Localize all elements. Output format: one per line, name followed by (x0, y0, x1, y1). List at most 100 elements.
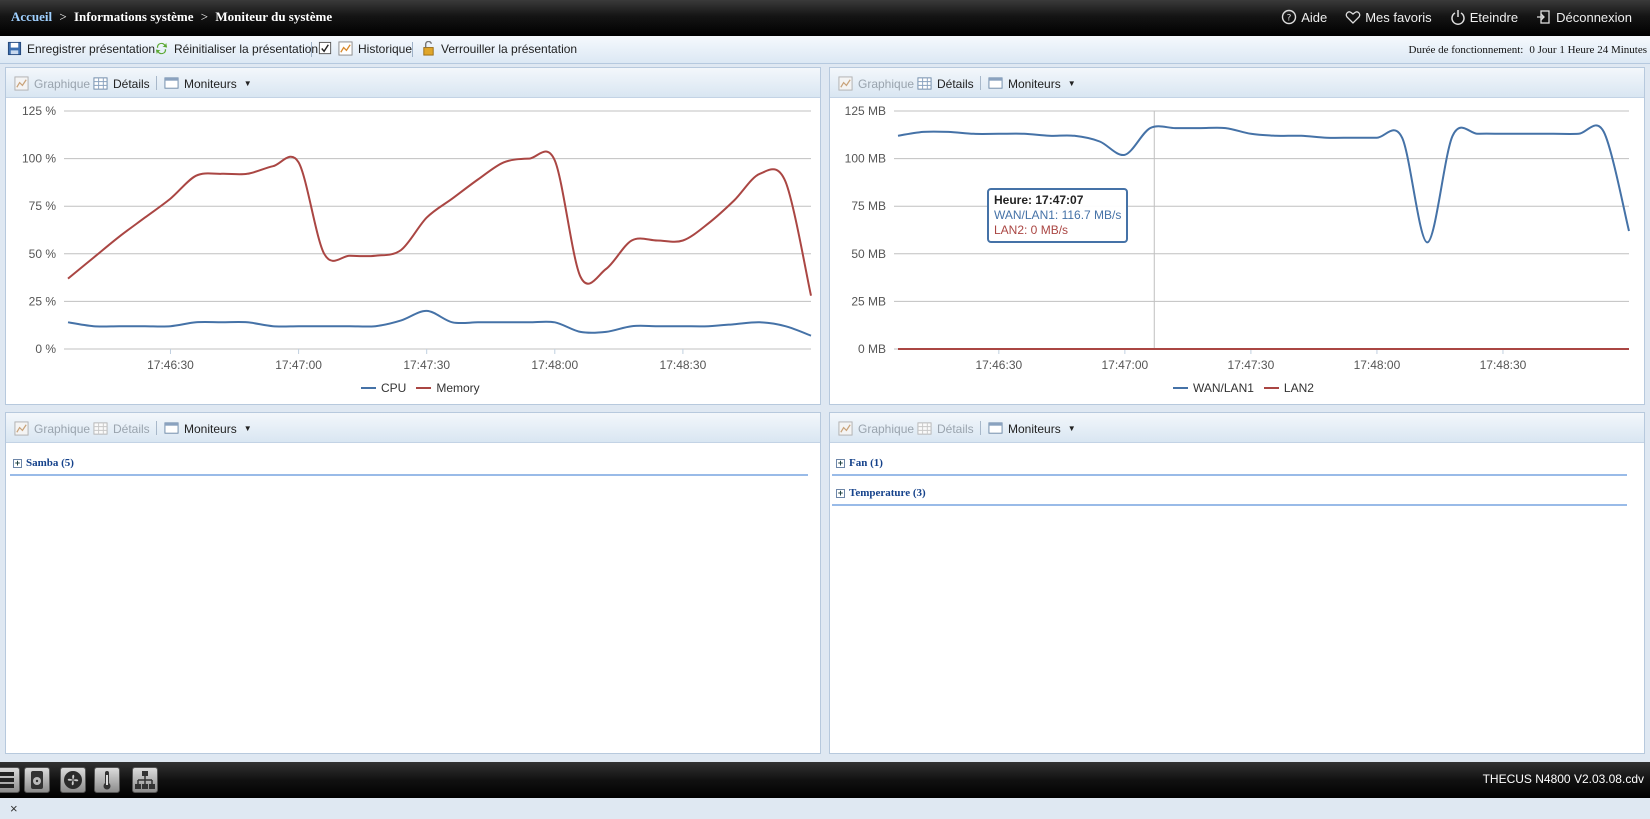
close-icon[interactable]: × (10, 801, 18, 816)
svg-text:?: ? (1287, 14, 1292, 24)
legend-item[interactable]: Memory (416, 381, 480, 395)
dock-network-button[interactable] (132, 767, 158, 793)
breadcrumb: Accueil > Informations système > Moniteu… (11, 9, 332, 25)
tooltip-wan-value: WAN/LAN1: 116.7 MB/s (994, 208, 1122, 222)
y-tick-label: 75 MB (851, 199, 886, 213)
dock-temperature-button[interactable] (94, 767, 120, 793)
refresh-icon (155, 42, 168, 55)
network-panel: Graphique Détails Moniteurs ▼ 125 MB 100 M… (829, 67, 1645, 405)
legend-label: WAN/LAN1 (1193, 381, 1254, 395)
chevron-down-icon: ▼ (1067, 79, 1076, 88)
heart-icon (1345, 11, 1361, 24)
graph-view-label: Graphique (858, 421, 915, 436)
lock-layout-button[interactable]: Verrouiller la présentation (421, 41, 577, 56)
monitors-dropdown[interactable]: Moniteurs ▼ (164, 76, 252, 91)
checkbox-checked-icon[interactable] (318, 41, 333, 56)
table-icon (917, 77, 932, 90)
legend-item[interactable]: WAN/LAN1 (1173, 381, 1254, 395)
favorites-label: Mes favoris (1365, 9, 1432, 25)
monitors-dropdown[interactable]: Moniteurs ▼ (164, 421, 252, 436)
x-tick-label: 17:46:30 (147, 358, 194, 372)
firmware-version: THECUS N4800 V2.03.08.cdv (1482, 772, 1644, 786)
legend-item[interactable]: CPU (361, 381, 406, 395)
expand-icon[interactable]: + (836, 458, 845, 468)
monitors-dropdown[interactable]: Moniteurs ▼ (988, 76, 1076, 91)
top-navigation: ? Aide Mes favoris Eteindre Déconnexion (1281, 9, 1632, 25)
monitors-dropdown[interactable]: Moniteurs ▼ (988, 421, 1076, 436)
group-divider (832, 474, 1627, 476)
graph-view-button[interactable]: Graphique (838, 421, 914, 436)
history-toggle[interactable]: Historique (318, 41, 412, 56)
graph-view-button[interactable]: Graphique (14, 76, 90, 91)
legend-item[interactable]: LAN2 (1263, 381, 1314, 395)
fan-group-header[interactable]: + Fan (1) (836, 457, 883, 469)
expand-icon[interactable]: + (836, 488, 845, 498)
series-line-cpu[interactable] (67, 309, 812, 337)
breadcrumb-separator: > (59, 9, 67, 24)
details-view-label: Détails (113, 76, 150, 91)
y-tick-label: 25 % (29, 294, 57, 308)
details-view-button[interactable]: Détails (93, 421, 150, 436)
cpu-memory-panel: Graphique Détails Moniteurs ▼ 125 % 100 % 7… (5, 67, 821, 405)
help-link[interactable]: ? Aide (1281, 9, 1327, 25)
bottom-dock: THECUS N4800 V2.03.08.cdv (0, 762, 1650, 798)
shutdown-label: Eteindre (1469, 9, 1519, 25)
fan-icon (64, 771, 82, 789)
help-icon: ? (1281, 9, 1297, 25)
x-tick-label: 17:47:30 (403, 358, 450, 372)
breadcrumb-system-info[interactable]: Informations système (74, 9, 194, 24)
save-icon (7, 41, 22, 56)
panel-toolbar-separator (980, 421, 981, 435)
details-view-button[interactable]: Détails (917, 76, 974, 91)
x-tick-label: 17:47:00 (275, 358, 322, 372)
y-tick-label: 100 MB (845, 152, 886, 166)
cpu-memory-legend: CPU Memory (361, 381, 480, 395)
y-tick-label: 50 MB (851, 247, 886, 261)
layout-toolbar: Enregistrer présentation Réinitialiser l… (0, 36, 1650, 64)
x-tick-label: 17:46:30 (975, 358, 1022, 372)
breadcrumb-home-link[interactable]: Accueil (11, 9, 52, 24)
y-tick-label: 125 MB (845, 104, 886, 118)
chart-tooltip: Heure: 17:47:07 WAN/LAN1: 116.7 MB/s LAN… (987, 188, 1129, 243)
graph-view-button[interactable]: Graphique (14, 421, 90, 436)
uptime-value: 0 Jour 1 Heure 24 Minutes (1529, 44, 1647, 56)
dock-fan-button[interactable] (60, 767, 86, 793)
table-icon (917, 422, 932, 435)
dock-disk-button[interactable] (24, 767, 50, 793)
favorites-link[interactable]: Mes favoris (1345, 9, 1432, 25)
details-view-label: Détails (937, 76, 974, 91)
graph-view-button[interactable]: Graphique (838, 76, 914, 91)
disk-icon (31, 771, 43, 789)
cpu-memory-chart: 125 % 100 % 75 % 50 % 25 % 0 % 17:46:30 17:47:0… (22, 104, 812, 372)
breadcrumb-separator: > (200, 9, 209, 24)
uptime-display: Durée de fonctionnement: 0 Jour 1 Heure 2… (1409, 44, 1647, 56)
chevron-down-icon: ▼ (1067, 424, 1076, 433)
panel-toolbar: Graphique Détails Moniteurs ▼ (6, 413, 820, 443)
reset-layout-label: Réinitialiser la présentation (174, 41, 319, 56)
x-tick-label: 17:48:30 (660, 358, 707, 372)
y-tick-label: 0 MB (858, 342, 886, 356)
legend-swatch (1263, 387, 1279, 389)
breadcrumb-current-page: Moniteur du système (215, 9, 333, 24)
expand-icon[interactable]: + (13, 458, 22, 468)
table-icon (93, 422, 108, 435)
shutdown-link[interactable]: Eteindre (1450, 9, 1518, 25)
save-layout-label: Enregistrer présentation (27, 41, 156, 56)
x-tick-label: 17:47:30 (1228, 358, 1275, 372)
dock-server-button[interactable] (0, 767, 20, 793)
series-line-memory[interactable] (67, 150, 812, 296)
temperature-group-header[interactable]: + Temperature (3) (836, 487, 926, 499)
details-view-button[interactable]: Détails (93, 76, 150, 91)
save-layout-button[interactable]: Enregistrer présentation (7, 41, 155, 56)
graph-icon (838, 76, 853, 91)
monitors-label: Moniteurs (184, 76, 237, 91)
samba-group-header[interactable]: + Samba (5) (13, 457, 74, 469)
y-tick-label: 0 % (35, 342, 56, 356)
details-view-button[interactable]: Détails (917, 421, 974, 436)
logout-link[interactable]: Déconnexion (1536, 9, 1632, 25)
network-legend: WAN/LAN1 LAN2 (1173, 381, 1314, 395)
samba-panel: Graphique Détails Moniteurs ▼ + Samba (5) (5, 412, 821, 754)
reset-layout-button[interactable]: Réinitialiser la présentation (154, 41, 318, 56)
legend-swatch (361, 387, 376, 389)
graph-view-label: Graphique (34, 421, 91, 436)
